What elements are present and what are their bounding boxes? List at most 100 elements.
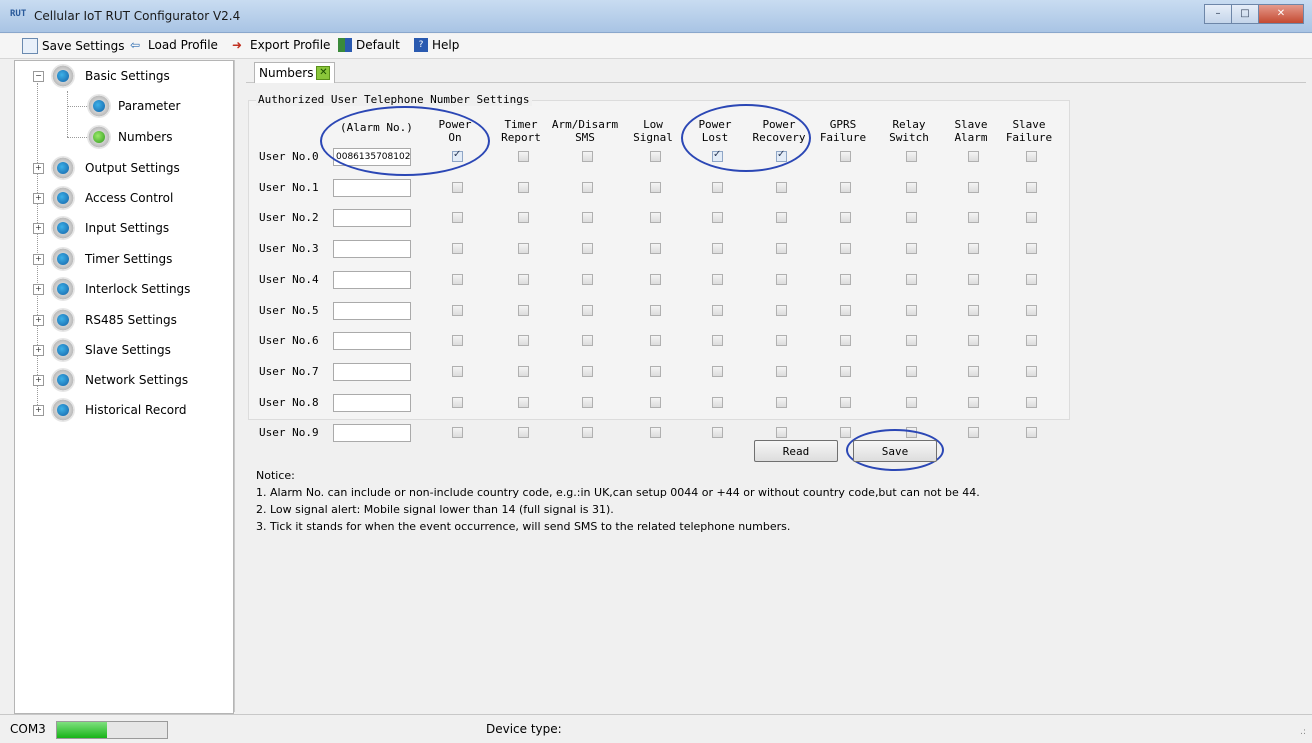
checkbox[interactable] <box>1026 243 1037 255</box>
checkbox[interactable] <box>906 243 917 255</box>
checkbox[interactable] <box>906 396 917 408</box>
expand-icon[interactable]: + <box>33 405 44 416</box>
checkbox[interactable] <box>776 396 787 408</box>
checkbox[interactable] <box>582 396 593 408</box>
checkbox[interactable] <box>840 151 851 162</box>
expand-icon[interactable]: + <box>33 284 44 295</box>
default-button[interactable]: Default <box>338 38 400 52</box>
checkbox[interactable] <box>776 212 787 224</box>
checkbox[interactable] <box>1026 304 1037 316</box>
checkbox[interactable] <box>1026 396 1037 408</box>
checkbox[interactable] <box>1026 365 1037 377</box>
checkbox[interactable] <box>712 304 723 316</box>
checkbox[interactable] <box>518 427 529 439</box>
expand-icon[interactable]: + <box>33 345 44 356</box>
checkbox[interactable] <box>650 427 661 439</box>
checkbox[interactable] <box>712 212 723 224</box>
checkbox[interactable] <box>906 181 917 193</box>
checkbox[interactable] <box>1026 181 1037 193</box>
checkbox[interactable] <box>712 427 723 439</box>
tab-numbers[interactable]: Numbers ✕ <box>254 62 336 83</box>
phone-number-input[interactable] <box>333 209 411 228</box>
checkbox[interactable] <box>968 243 979 255</box>
checkbox[interactable] <box>968 427 979 439</box>
checkbox[interactable] <box>840 335 851 347</box>
checkbox[interactable] <box>1026 427 1037 439</box>
checkbox[interactable] <box>968 273 979 285</box>
checkbox[interactable] <box>650 304 661 316</box>
checkbox[interactable] <box>650 273 661 285</box>
checkbox[interactable] <box>968 365 979 377</box>
checkbox[interactable] <box>776 304 787 316</box>
phone-number-input[interactable] <box>333 301 411 320</box>
minimize-button[interactable]: – <box>1204 4 1232 24</box>
checkbox[interactable] <box>650 181 661 193</box>
checkbox[interactable] <box>518 335 529 347</box>
checkbox[interactable] <box>840 427 851 439</box>
expand-icon[interactable]: + <box>33 193 44 204</box>
phone-number-input[interactable] <box>333 393 411 412</box>
export-profile-button[interactable]: ➜ Export Profile <box>232 38 330 52</box>
checkbox[interactable] <box>452 365 463 377</box>
expand-icon[interactable]: + <box>33 254 44 265</box>
save-settings-button[interactable]: Save Settings <box>22 38 125 54</box>
checkbox[interactable] <box>712 181 723 193</box>
checkbox[interactable] <box>650 151 661 162</box>
checkbox[interactable] <box>968 212 979 224</box>
checkbox[interactable] <box>906 365 917 377</box>
phone-number-input[interactable] <box>333 178 411 197</box>
expand-icon[interactable]: + <box>33 375 44 386</box>
checkbox[interactable] <box>1026 273 1037 285</box>
checkbox[interactable] <box>582 212 593 224</box>
checkbox[interactable] <box>518 396 529 408</box>
close-button[interactable]: ✕ <box>1258 4 1304 24</box>
expand-icon[interactable]: + <box>33 315 44 326</box>
checkbox[interactable] <box>582 335 593 347</box>
maximize-button[interactable]: □ <box>1231 4 1259 24</box>
checkbox[interactable] <box>452 243 463 255</box>
checkbox[interactable] <box>582 273 593 285</box>
close-tab-icon[interactable]: ✕ <box>316 66 331 80</box>
checkbox[interactable] <box>452 304 463 316</box>
checkbox[interactable] <box>518 304 529 316</box>
checkbox[interactable] <box>452 427 463 439</box>
phone-number-input[interactable] <box>333 240 411 259</box>
phone-number-input[interactable] <box>333 332 411 351</box>
resize-grip-icon[interactable]: .: <box>1300 727 1306 737</box>
checkbox[interactable] <box>452 212 463 224</box>
checkbox[interactable] <box>1026 151 1037 162</box>
checkbox[interactable] <box>650 335 661 347</box>
checkbox[interactable] <box>1026 212 1037 224</box>
checkbox[interactable] <box>452 273 463 285</box>
read-button[interactable]: Read <box>754 440 838 462</box>
checkbox[interactable] <box>776 335 787 347</box>
checkbox[interactable] <box>712 273 723 285</box>
checkbox[interactable] <box>840 304 851 316</box>
checkbox[interactable] <box>582 243 593 255</box>
checkbox[interactable] <box>518 212 529 224</box>
checkbox[interactable] <box>712 365 723 377</box>
checkbox[interactable] <box>518 181 529 193</box>
checkbox[interactable] <box>712 396 723 408</box>
checkbox[interactable] <box>582 365 593 377</box>
checkbox[interactable] <box>582 151 593 162</box>
checkbox[interactable] <box>712 243 723 255</box>
checkbox[interactable] <box>968 181 979 193</box>
checkbox[interactable] <box>776 181 787 193</box>
phone-number-input[interactable] <box>333 424 411 443</box>
expand-icon[interactable]: + <box>33 163 44 174</box>
checkbox[interactable] <box>906 273 917 285</box>
checkbox[interactable] <box>840 273 851 285</box>
load-profile-button[interactable]: ⇦ Load Profile <box>130 38 218 52</box>
checkbox[interactable] <box>452 335 463 347</box>
collapse-icon[interactable]: − <box>33 71 44 82</box>
checkbox[interactable] <box>582 427 593 439</box>
checkbox[interactable] <box>906 151 917 162</box>
checkbox[interactable] <box>968 151 979 162</box>
checkbox[interactable] <box>1026 335 1037 347</box>
checkbox[interactable] <box>518 365 529 377</box>
checkbox[interactable] <box>452 181 463 193</box>
phone-number-input[interactable] <box>333 270 411 289</box>
checkbox[interactable] <box>840 212 851 224</box>
checkbox[interactable] <box>840 365 851 377</box>
